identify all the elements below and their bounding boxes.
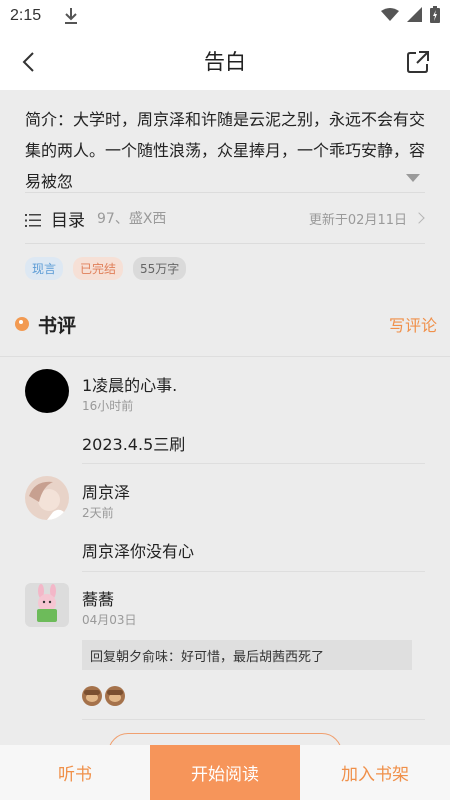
status-time: 2:15: [10, 7, 42, 24]
reviews-header: 书评 写评论: [15, 308, 437, 340]
review-time: 16小时前: [82, 399, 134, 413]
divider: [82, 719, 425, 720]
divider: [25, 192, 425, 193]
toc-row[interactable]: 目录 97、盛X西 更新于02月11日: [25, 196, 425, 240]
reviewer-name[interactable]: 周京泽: [82, 479, 130, 503]
intro-text: 简介：大学时，周京泽和许随是云泥之别，永远不会有交集的两人。一个随性浪荡，众星捧…: [25, 104, 425, 197]
review-item[interactable]: 1凌晨的心事. 16小时前 2023.4.5三刷: [25, 369, 425, 464]
avatar[interactable]: [25, 476, 69, 520]
tag-status: 已完结: [73, 257, 124, 280]
listen-button[interactable]: 听书: [0, 745, 150, 800]
chevron-right-icon: [413, 212, 425, 224]
review-time: 04月03日: [82, 613, 137, 627]
reply-quote[interactable]: 回复朝夕俞味：好可惜，最后胡茜西死了: [82, 640, 412, 670]
review-time: 2天前: [82, 506, 114, 520]
signal-icon: [407, 6, 422, 26]
list-icon: [25, 212, 41, 227]
see-no-evil-monkey-icon: [82, 686, 102, 706]
divider: [82, 571, 425, 572]
review-item[interactable]: 蕎蕎 04月03日 回复朝夕俞味：好可惜，最后胡茜西死了: [25, 583, 425, 723]
write-review-button[interactable]: 写评论: [389, 312, 437, 336]
tag-list: 现言 已完结 55万字: [25, 257, 187, 280]
reviewer-name[interactable]: 蕎蕎: [82, 586, 114, 610]
emoji-row: [82, 686, 125, 706]
wifi-icon: [381, 7, 399, 26]
page-title: 告白: [204, 50, 246, 74]
see-no-evil-monkey-icon: [105, 686, 125, 706]
avatar[interactable]: [25, 583, 69, 627]
download-icon: [63, 7, 79, 25]
top-bar: 告白: [0, 32, 450, 90]
latest-chapter: 97、盛X西: [97, 211, 167, 227]
review-item[interactable]: 周京泽 2天前 周京泽你没有心: [25, 476, 425, 572]
share-icon[interactable]: [406, 50, 430, 74]
reviews-title: 书评: [38, 314, 77, 337]
start-reading-button[interactable]: 开始阅读: [150, 745, 300, 800]
review-dot-icon: [15, 317, 29, 331]
reply-text: 回复朝夕俞味：好可惜，最后胡茜西死了: [90, 650, 325, 665]
tag-wordcount: 55万字: [133, 257, 187, 280]
status-bar: 2:15: [0, 0, 450, 32]
expand-arrow-icon[interactable]: [406, 174, 420, 182]
review-text: 2023.4.5三刷: [82, 435, 186, 454]
tag-genre[interactable]: 现言: [25, 257, 64, 280]
update-time: 更新于02月11日: [308, 212, 407, 228]
reviewer-name[interactable]: 1凌晨的心事.: [82, 372, 177, 396]
bottom-action-bar: 听书 开始阅读 加入书架: [0, 745, 450, 800]
back-icon[interactable]: [18, 50, 42, 74]
battery-icon: [430, 5, 440, 27]
review-text: 周京泽你没有心: [82, 542, 195, 561]
divider: [25, 243, 425, 244]
add-to-shelf-button[interactable]: 加入书架: [300, 745, 450, 800]
toc-label: 目录: [51, 210, 85, 231]
divider: [82, 463, 425, 464]
avatar[interactable]: [25, 369, 69, 413]
divider: [0, 356, 450, 357]
